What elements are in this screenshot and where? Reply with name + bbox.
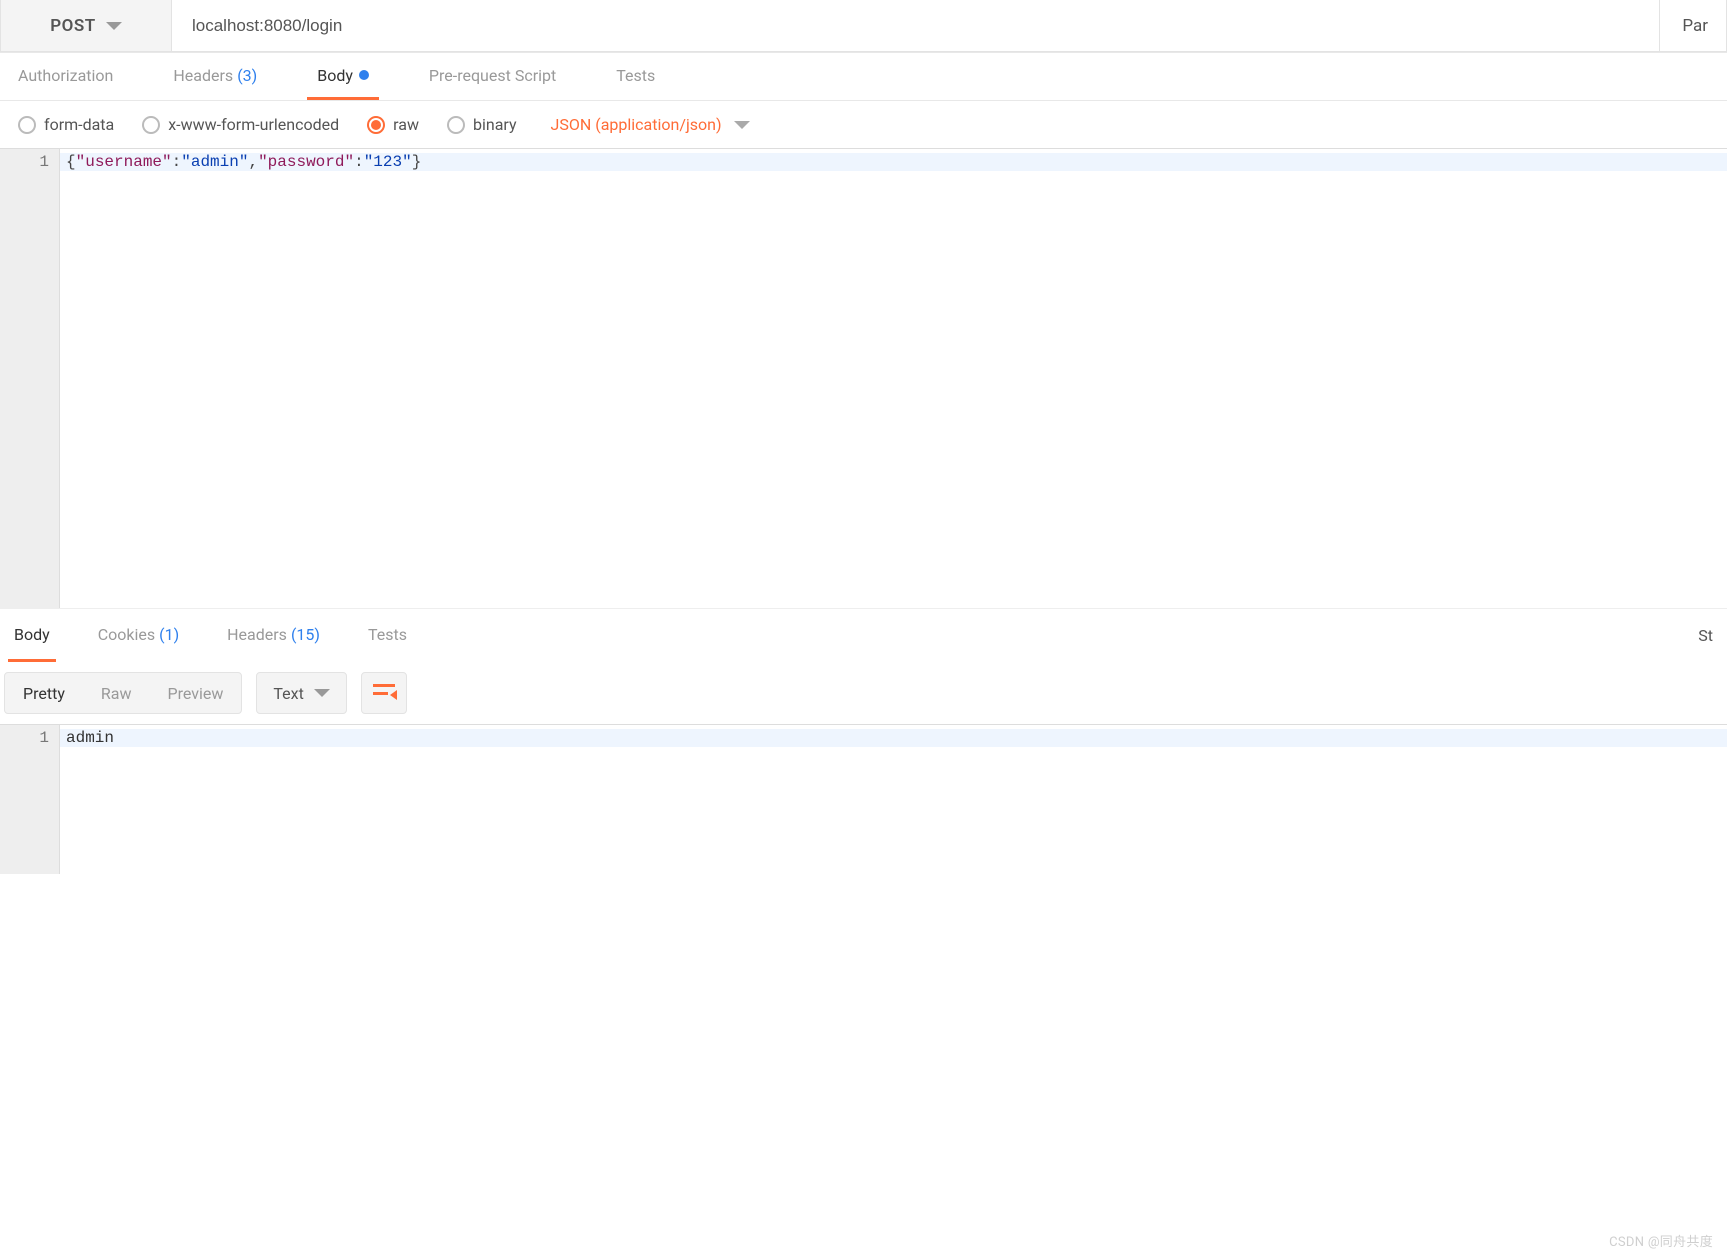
wrap-lines-button[interactable]: [361, 672, 407, 714]
view-mode-group: Pretty Raw Preview: [4, 672, 242, 714]
request-tabs: Authorization Headers (3) Body Pre-reque…: [0, 53, 1727, 101]
line-number: 1: [0, 729, 49, 747]
response-tab-cookies[interactable]: Cookies (1): [92, 609, 185, 662]
chevron-down-icon: [734, 121, 750, 129]
radio-label: x-www-form-urlencoded: [168, 115, 339, 134]
response-format-dropdown[interactable]: Text: [256, 672, 346, 714]
body-type-row: form-data x-www-form-urlencoded raw bina…: [0, 101, 1727, 148]
view-pretty[interactable]: Pretty: [5, 673, 83, 713]
radio-icon: [142, 116, 160, 134]
tab-headers-count: (3): [237, 66, 257, 85]
tab-headers-label: Headers: [173, 66, 233, 85]
params-button[interactable]: Par: [1660, 0, 1727, 52]
radio-label: raw: [393, 115, 419, 134]
response-tab-body[interactable]: Body: [8, 609, 56, 662]
radio-label: binary: [473, 115, 517, 134]
radio-icon: [367, 116, 385, 134]
request-bar: POST Par: [0, 0, 1727, 53]
tab-body-label: Body: [317, 66, 353, 85]
code-line[interactable]: {"username":"admin","password":"123"}: [60, 153, 1727, 171]
tab-prerequest[interactable]: Pre-request Script: [419, 53, 566, 100]
method-dropdown[interactable]: POST: [0, 0, 172, 52]
wrap-icon: [373, 684, 395, 702]
response-view-row: Pretty Raw Preview Text: [0, 662, 1727, 724]
radio-icon: [447, 116, 465, 134]
radio-urlencoded[interactable]: x-www-form-urlencoded: [142, 115, 339, 134]
response-tabs: Body Cookies (1) Headers (15) Tests St: [0, 608, 1727, 662]
radio-binary[interactable]: binary: [447, 115, 517, 134]
request-body-editor[interactable]: 1 {"username":"admin","password":"123"}: [0, 148, 1727, 608]
url-input[interactable]: [172, 0, 1660, 52]
response-tab-tests[interactable]: Tests: [362, 609, 413, 662]
response-format-label: Text: [273, 684, 303, 703]
line-gutter: 1: [0, 149, 60, 608]
view-preview[interactable]: Preview: [149, 673, 241, 713]
line-gutter: 1: [0, 725, 60, 874]
radio-form-data[interactable]: form-data: [18, 115, 114, 134]
chevron-down-icon: [106, 22, 122, 30]
tab-tests[interactable]: Tests: [606, 53, 665, 100]
tab-body[interactable]: Body: [307, 53, 379, 100]
view-raw[interactable]: Raw: [83, 673, 150, 713]
radio-label: form-data: [44, 115, 114, 134]
radio-icon: [18, 116, 36, 134]
code-area[interactable]: admin: [60, 725, 1727, 874]
response-tab-headers-label: Headers: [227, 625, 287, 644]
unsaved-dot-icon: [359, 70, 369, 80]
tab-headers[interactable]: Headers (3): [163, 53, 267, 100]
response-tab-cookies-label: Cookies: [98, 625, 155, 644]
code-area[interactable]: {"username":"admin","password":"123"}: [60, 149, 1727, 608]
watermark: CSDN @同舟共度: [1609, 1231, 1713, 1250]
tab-authorization[interactable]: Authorization: [8, 53, 123, 100]
response-status: St: [1698, 626, 1719, 645]
method-label: POST: [50, 16, 95, 36]
response-tab-cookies-count: (1): [159, 625, 179, 644]
code-line: admin: [60, 729, 1727, 747]
response-body-editor: 1 admin: [0, 724, 1727, 874]
response-tab-headers[interactable]: Headers (15): [221, 609, 326, 662]
content-type-dropdown[interactable]: JSON (application/json): [551, 115, 750, 134]
content-type-label: JSON (application/json): [551, 115, 722, 134]
response-tab-headers-count: (15): [291, 625, 320, 644]
chevron-down-icon: [314, 689, 330, 697]
line-number: 1: [0, 153, 49, 171]
radio-raw[interactable]: raw: [367, 115, 419, 134]
